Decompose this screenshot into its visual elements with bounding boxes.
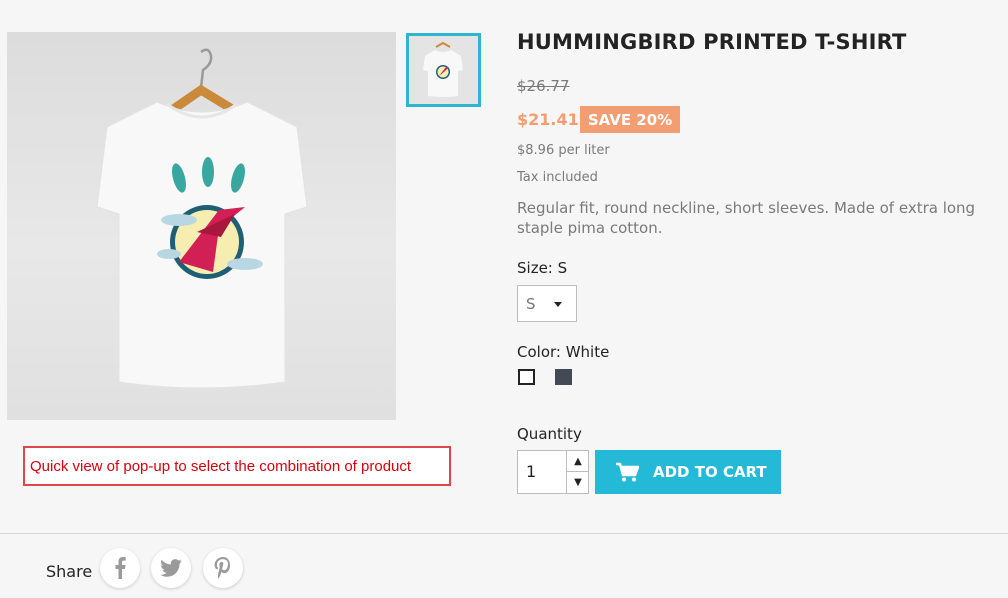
- product-main-image[interactable]: [7, 32, 396, 420]
- product-title: HUMMINGBIRD PRINTED T-SHIRT: [517, 30, 907, 54]
- quantity-stepper: 1 ▲ ▼: [517, 450, 589, 494]
- quantity-decrease-button[interactable]: ▼: [566, 472, 589, 493]
- share-pinterest-button[interactable]: [203, 548, 243, 588]
- twitter-icon: [160, 559, 182, 577]
- chevron-down-icon: ▼: [574, 477, 582, 488]
- annotation-text: Quick view of pop-up to select the combi…: [30, 457, 412, 475]
- annotation-note: Quick view of pop-up to select the combi…: [23, 446, 451, 486]
- quantity-input[interactable]: 1: [526, 462, 536, 481]
- share-facebook-button[interactable]: [100, 548, 140, 588]
- share-twitter-button[interactable]: [151, 548, 191, 588]
- pinterest-icon: [214, 557, 230, 579]
- quantity-increase-button[interactable]: ▲: [566, 451, 589, 472]
- color-swatch-dark-grey[interactable]: [555, 369, 572, 385]
- quantity-label: Quantity: [517, 425, 582, 443]
- product-description: Regular fit, round neckline, short sleev…: [517, 199, 976, 237]
- chevron-up-icon: ▲: [574, 455, 582, 467]
- facebook-icon: [115, 557, 126, 579]
- divider: [0, 533, 1008, 534]
- color-label: Color: White: [517, 343, 610, 361]
- unit-price: $8.96 per liter: [517, 143, 610, 158]
- tshirt-thumbnail-illustration: [423, 41, 463, 97]
- tax-note: Tax included: [517, 170, 598, 185]
- size-select-value: S: [526, 294, 536, 313]
- discount-badge: SAVE 20%: [580, 106, 680, 133]
- tshirt-illustration: [96, 48, 308, 389]
- add-to-cart-button[interactable]: ADD TO CART: [595, 450, 781, 494]
- size-label: Size: S: [517, 259, 568, 277]
- current-price: $21.41: [517, 110, 579, 129]
- product-thumbnail[interactable]: [406, 33, 481, 107]
- regular-price: $26.77: [517, 77, 570, 95]
- share-label: Share: [46, 562, 93, 581]
- shopping-cart-icon: [616, 462, 639, 482]
- caret-down-icon: [554, 302, 562, 307]
- size-select[interactable]: S: [517, 285, 577, 322]
- add-to-cart-label: ADD TO CART: [653, 463, 767, 481]
- color-swatch-white[interactable]: [518, 369, 535, 385]
